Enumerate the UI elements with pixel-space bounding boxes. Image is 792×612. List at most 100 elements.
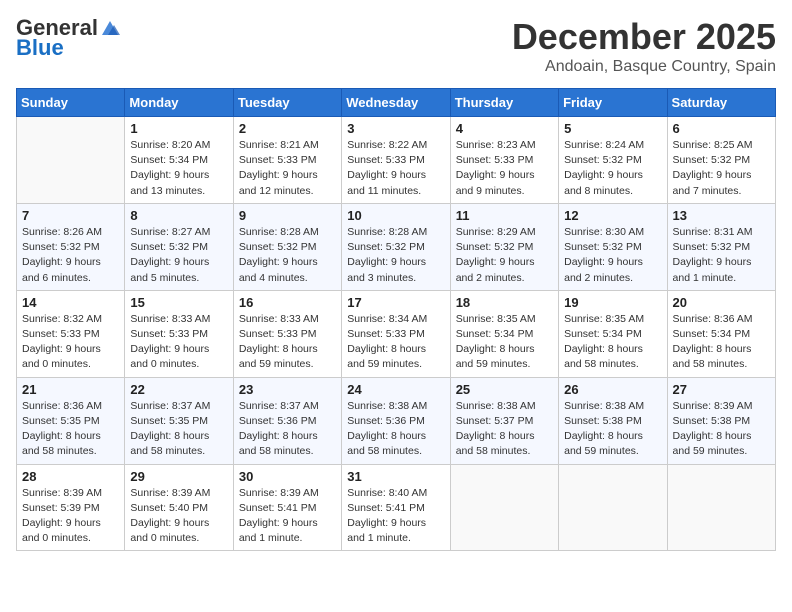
calendar-weekday-header: Saturday	[667, 89, 775, 117]
calendar-cell: 19Sunrise: 8:35 AM Sunset: 5:34 PM Dayli…	[559, 290, 667, 377]
day-number: 26	[564, 382, 661, 397]
day-info: Sunrise: 8:39 AM Sunset: 5:39 PM Dayligh…	[22, 486, 119, 547]
calendar-cell	[559, 464, 667, 551]
day-info: Sunrise: 8:33 AM Sunset: 5:33 PM Dayligh…	[239, 312, 336, 373]
location: Andoain, Basque Country, Spain	[512, 58, 776, 76]
day-info: Sunrise: 8:39 AM Sunset: 5:40 PM Dayligh…	[130, 486, 227, 547]
calendar-cell: 8 Sunrise: 8:27 AM Sunset: 5:32 PM Daylig…	[125, 203, 233, 290]
day-info: Sunrise: 8:35 AM Sunset: 5:34 PM Dayligh…	[456, 312, 553, 373]
day-number: 18	[456, 295, 553, 310]
calendar-cell	[17, 117, 125, 204]
calendar-cell: 14Sunrise: 8:32 AM Sunset: 5:33 PM Dayli…	[17, 290, 125, 377]
month-title: December 2025	[512, 16, 776, 58]
day-info: Sunrise: 8:33 AM Sunset: 5:33 PM Dayligh…	[130, 312, 227, 373]
day-number: 29	[130, 469, 227, 484]
day-number: 20	[673, 295, 770, 310]
calendar-cell: 25 Sunrise: 8:38 AM Sunset: 5:37 PM Dayli…	[450, 377, 558, 464]
day-info: Sunrise: 8:21 AM Sunset: 5:33 PM Dayligh…	[239, 138, 336, 199]
day-info: Sunrise: 8:36 AM Sunset: 5:34 PM Dayligh…	[673, 312, 770, 373]
calendar-weekday-header: Sunday	[17, 89, 125, 117]
calendar-cell: 30 Sunrise: 8:39 AM Sunset: 5:41 PM Dayli…	[233, 464, 341, 551]
calendar-cell: 27Sunrise: 8:39 AM Sunset: 5:38 PM Dayli…	[667, 377, 775, 464]
calendar-cell: 1 Sunrise: 8:20 AM Sunset: 5:34 PM Daylig…	[125, 117, 233, 204]
day-info: Sunrise: 8:37 AM Sunset: 5:35 PM Dayligh…	[130, 399, 227, 460]
day-number: 31	[347, 469, 444, 484]
day-number: 10	[347, 208, 444, 223]
day-number: 15	[130, 295, 227, 310]
day-number: 5	[564, 121, 661, 136]
day-info: Sunrise: 8:27 AM Sunset: 5:32 PM Dayligh…	[130, 225, 227, 286]
calendar-cell: 5Sunrise: 8:24 AM Sunset: 5:32 PM Daylig…	[559, 117, 667, 204]
day-info: Sunrise: 8:38 AM Sunset: 5:37 PM Dayligh…	[456, 399, 553, 460]
logo-icon	[100, 19, 120, 37]
day-info: Sunrise: 8:26 AM Sunset: 5:32 PM Dayligh…	[22, 225, 119, 286]
day-number: 13	[673, 208, 770, 223]
calendar-week-row: 14Sunrise: 8:32 AM Sunset: 5:33 PM Dayli…	[17, 290, 776, 377]
day-info: Sunrise: 8:20 AM Sunset: 5:34 PM Dayligh…	[130, 138, 227, 199]
calendar-cell: 28Sunrise: 8:39 AM Sunset: 5:39 PM Dayli…	[17, 464, 125, 551]
calendar-header-row: SundayMondayTuesdayWednesdayThursdayFrid…	[17, 89, 776, 117]
calendar-cell: 11Sunrise: 8:29 AM Sunset: 5:32 PM Dayli…	[450, 203, 558, 290]
day-number: 21	[22, 382, 119, 397]
calendar-week-row: 21 Sunrise: 8:36 AM Sunset: 5:35 PM Dayli…	[17, 377, 776, 464]
day-info: Sunrise: 8:39 AM Sunset: 5:38 PM Dayligh…	[673, 399, 770, 460]
day-info: Sunrise: 8:35 AM Sunset: 5:34 PM Dayligh…	[564, 312, 661, 373]
day-number: 1	[130, 121, 227, 136]
day-number: 24	[347, 382, 444, 397]
calendar-cell: 7 Sunrise: 8:26 AM Sunset: 5:32 PM Daylig…	[17, 203, 125, 290]
calendar-weekday-header: Thursday	[450, 89, 558, 117]
calendar-week-row: 1 Sunrise: 8:20 AM Sunset: 5:34 PM Daylig…	[17, 117, 776, 204]
calendar-cell	[667, 464, 775, 551]
logo: General Blue	[16, 16, 120, 60]
day-info: Sunrise: 8:31 AM Sunset: 5:32 PM Dayligh…	[673, 225, 770, 286]
day-number: 25	[456, 382, 553, 397]
calendar-cell: 29 Sunrise: 8:39 AM Sunset: 5:40 PM Dayli…	[125, 464, 233, 551]
day-info: Sunrise: 8:36 AM Sunset: 5:35 PM Dayligh…	[22, 399, 119, 460]
calendar-cell: 6 Sunrise: 8:25 AM Sunset: 5:32 PM Daylig…	[667, 117, 775, 204]
day-info: Sunrise: 8:37 AM Sunset: 5:36 PM Dayligh…	[239, 399, 336, 460]
calendar-cell	[450, 464, 558, 551]
day-number: 8	[130, 208, 227, 223]
day-info: Sunrise: 8:39 AM Sunset: 5:41 PM Dayligh…	[239, 486, 336, 547]
day-info: Sunrise: 8:23 AM Sunset: 5:33 PM Dayligh…	[456, 138, 553, 199]
day-number: 2	[239, 121, 336, 136]
day-number: 3	[347, 121, 444, 136]
day-number: 30	[239, 469, 336, 484]
calendar-week-row: 28Sunrise: 8:39 AM Sunset: 5:39 PM Dayli…	[17, 464, 776, 551]
title-block: December 2025 Andoain, Basque Country, S…	[512, 16, 776, 76]
calendar-cell: 13 Sunrise: 8:31 AM Sunset: 5:32 PM Dayli…	[667, 203, 775, 290]
day-number: 7	[22, 208, 119, 223]
day-info: Sunrise: 8:28 AM Sunset: 5:32 PM Dayligh…	[239, 225, 336, 286]
day-info: Sunrise: 8:40 AM Sunset: 5:41 PM Dayligh…	[347, 486, 444, 547]
calendar-cell: 31 Sunrise: 8:40 AM Sunset: 5:41 PM Dayli…	[342, 464, 450, 551]
page-header: General Blue December 2025 Andoain, Basq…	[16, 16, 776, 76]
calendar-cell: 3Sunrise: 8:22 AM Sunset: 5:33 PM Daylig…	[342, 117, 450, 204]
calendar-cell: 23 Sunrise: 8:37 AM Sunset: 5:36 PM Dayli…	[233, 377, 341, 464]
calendar-cell: 17Sunrise: 8:34 AM Sunset: 5:33 PM Dayli…	[342, 290, 450, 377]
calendar-table: SundayMondayTuesdayWednesdayThursdayFrid…	[16, 88, 776, 551]
day-info: Sunrise: 8:38 AM Sunset: 5:38 PM Dayligh…	[564, 399, 661, 460]
day-info: Sunrise: 8:25 AM Sunset: 5:32 PM Dayligh…	[673, 138, 770, 199]
calendar-cell: 15 Sunrise: 8:33 AM Sunset: 5:33 PM Dayli…	[125, 290, 233, 377]
day-number: 16	[239, 295, 336, 310]
day-number: 12	[564, 208, 661, 223]
day-number: 17	[347, 295, 444, 310]
calendar-weekday-header: Friday	[559, 89, 667, 117]
day-number: 23	[239, 382, 336, 397]
day-info: Sunrise: 8:30 AM Sunset: 5:32 PM Dayligh…	[564, 225, 661, 286]
calendar-cell: 9Sunrise: 8:28 AM Sunset: 5:32 PM Daylig…	[233, 203, 341, 290]
logo-blue-text: Blue	[16, 36, 64, 60]
calendar-cell: 22 Sunrise: 8:37 AM Sunset: 5:35 PM Dayli…	[125, 377, 233, 464]
day-number: 11	[456, 208, 553, 223]
day-number: 22	[130, 382, 227, 397]
day-number: 6	[673, 121, 770, 136]
calendar-week-row: 7 Sunrise: 8:26 AM Sunset: 5:32 PM Daylig…	[17, 203, 776, 290]
day-info: Sunrise: 8:28 AM Sunset: 5:32 PM Dayligh…	[347, 225, 444, 286]
day-info: Sunrise: 8:38 AM Sunset: 5:36 PM Dayligh…	[347, 399, 444, 460]
calendar-cell: 12 Sunrise: 8:30 AM Sunset: 5:32 PM Dayli…	[559, 203, 667, 290]
day-number: 4	[456, 121, 553, 136]
calendar-cell: 26 Sunrise: 8:38 AM Sunset: 5:38 PM Dayli…	[559, 377, 667, 464]
calendar-cell: 20 Sunrise: 8:36 AM Sunset: 5:34 PM Dayli…	[667, 290, 775, 377]
calendar-cell: 18 Sunrise: 8:35 AM Sunset: 5:34 PM Dayli…	[450, 290, 558, 377]
calendar-weekday-header: Wednesday	[342, 89, 450, 117]
